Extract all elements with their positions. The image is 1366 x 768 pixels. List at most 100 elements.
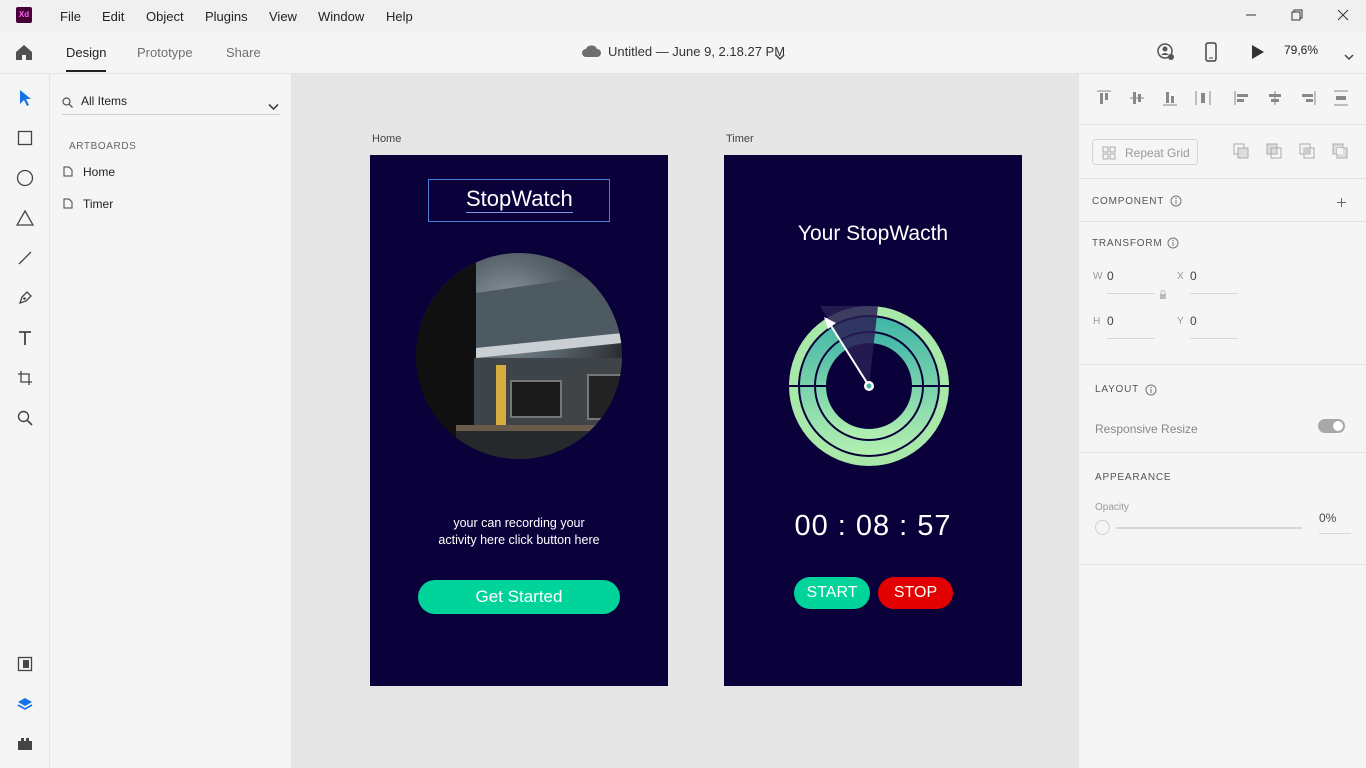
field-underline — [1107, 338, 1155, 339]
x-label: X — [1177, 271, 1184, 282]
opacity-field[interactable]: 0% — [1319, 511, 1336, 525]
property-inspector: Repeat Grid COMPONENT TRANSFORM W 0 X 0 … — [1078, 74, 1366, 768]
pen-tool-icon[interactable] — [13, 286, 37, 310]
info-icon[interactable] — [1145, 383, 1157, 401]
lock-aspect-icon[interactable] — [1159, 287, 1167, 305]
device-preview-icon[interactable] — [1205, 42, 1217, 67]
menu-object[interactable]: Object — [146, 9, 184, 24]
align-left-icon[interactable] — [1233, 89, 1251, 107]
get-started-button[interactable]: Get Started — [418, 580, 620, 614]
divider — [1079, 124, 1366, 125]
opacity-slider-handle[interactable] — [1095, 520, 1110, 535]
menu-window[interactable]: Window — [318, 9, 364, 24]
menu-edit[interactable]: Edit — [102, 9, 124, 24]
rectangle-tool-icon[interactable] — [13, 126, 37, 150]
transform-heading: TRANSFORM — [1092, 238, 1163, 249]
timer-title[interactable]: Your StopWacth — [724, 222, 1022, 246]
layer-item-home[interactable]: Home — [62, 162, 280, 182]
boolean-exclude-icon[interactable] — [1332, 143, 1349, 165]
divider — [1079, 452, 1366, 453]
design-canvas[interactable]: Home Timer StopWatch your can recording … — [292, 74, 1078, 768]
add-component-icon[interactable] — [1336, 195, 1347, 213]
artboards-heading: ARTBOARDS — [69, 141, 137, 152]
artboard-home[interactable]: StopWatch your can recording your activi… — [370, 155, 668, 686]
chevron-down-icon[interactable] — [775, 48, 785, 66]
layout-heading: LAYOUT — [1095, 384, 1140, 395]
responsive-resize-toggle[interactable] — [1318, 419, 1345, 433]
repeat-grid-icon — [1102, 146, 1116, 165]
ellipse-tool-icon[interactable] — [13, 166, 37, 190]
chevron-down-icon[interactable] — [268, 98, 279, 116]
artboard-label-timer[interactable]: Timer — [726, 133, 754, 145]
polygon-tool-icon[interactable] — [13, 206, 37, 230]
room-photo[interactable] — [416, 253, 622, 459]
plugins-icon[interactable] — [13, 732, 37, 756]
opacity-slider-track[interactable] — [1116, 527, 1302, 529]
menu-view[interactable]: View — [269, 9, 297, 24]
layer-item-timer[interactable]: Timer — [62, 194, 280, 214]
y-label: Y — [1177, 316, 1184, 327]
layers-filter-value: All Items — [81, 94, 128, 108]
text-tool-icon[interactable] — [13, 326, 37, 350]
x-field[interactable]: 0 — [1190, 269, 1197, 283]
select-tool-icon[interactable] — [13, 86, 37, 110]
stopwatch-dial[interactable] — [788, 301, 958, 476]
document-title[interactable]: Untitled — June 9, 2.18.27 PM — [608, 44, 785, 59]
info-icon[interactable] — [1170, 194, 1182, 212]
artboard-tool-icon[interactable] — [13, 366, 37, 390]
align-top-icon[interactable] — [1095, 89, 1113, 107]
top-toolbar: Design Prototype Share Untitled — June 9… — [0, 32, 1366, 74]
minimize-icon[interactable] — [1228, 0, 1274, 32]
menu-plugins[interactable]: Plugins — [205, 9, 248, 24]
zoom-level[interactable]: 79,6% — [1284, 43, 1318, 57]
distribute-horizontal-icon[interactable] — [1194, 89, 1212, 107]
home-icon[interactable] — [14, 43, 34, 66]
width-label: W — [1093, 271, 1103, 282]
start-button[interactable]: START — [794, 577, 870, 609]
play-icon[interactable] — [1251, 44, 1265, 65]
artboard-timer[interactable]: Your StopWacth 00: 08: 57 START STOP — [724, 155, 1022, 686]
align-right-icon[interactable] — [1299, 89, 1317, 107]
divider — [1079, 564, 1366, 565]
info-icon[interactable] — [1167, 236, 1179, 254]
tab-share[interactable]: Share — [226, 45, 261, 60]
close-icon[interactable] — [1320, 0, 1366, 32]
zoom-dropdown-icon[interactable] — [1344, 48, 1354, 66]
layer-item-label: Timer — [83, 197, 114, 211]
tab-prototype[interactable]: Prototype — [137, 45, 193, 60]
tools-toolbar — [0, 74, 50, 768]
boolean-intersect-icon[interactable] — [1299, 143, 1316, 165]
assets-icon[interactable] — [13, 652, 37, 676]
tab-design[interactable]: Design — [66, 45, 106, 60]
zoom-tool-icon[interactable] — [13, 406, 37, 430]
restore-icon[interactable] — [1274, 0, 1320, 32]
align-center-icon[interactable] — [1266, 89, 1284, 107]
artboard-label-home[interactable]: Home — [372, 133, 401, 145]
distribute-vertical-icon[interactable] — [1332, 89, 1350, 107]
repeat-grid-button[interactable]: Repeat Grid — [1092, 139, 1198, 165]
share-user-icon[interactable] — [1156, 42, 1176, 67]
title-bar: Xd File Edit Object Plugins View Window … — [0, 0, 1366, 32]
home-title[interactable]: StopWatch — [466, 186, 573, 213]
boolean-add-icon[interactable] — [1233, 143, 1250, 165]
boolean-subtract-icon[interactable] — [1266, 143, 1283, 165]
stop-button[interactable]: STOP — [878, 577, 953, 609]
height-field[interactable]: 0 — [1107, 314, 1114, 328]
field-underline — [1190, 338, 1238, 339]
xd-logo-icon: Xd — [16, 7, 32, 23]
artboard-icon — [63, 166, 73, 180]
width-field[interactable]: 0 — [1107, 269, 1114, 283]
menu-help[interactable]: Help — [386, 9, 413, 24]
align-middle-icon[interactable] — [1128, 89, 1146, 107]
layers-filter[interactable]: All Items — [62, 89, 280, 115]
layers-icon[interactable] — [13, 692, 37, 716]
align-bottom-icon[interactable] — [1161, 89, 1179, 107]
cloud-icon — [581, 44, 601, 63]
line-tool-icon[interactable] — [13, 246, 37, 270]
divider — [1079, 221, 1366, 222]
menu-file[interactable]: File — [60, 9, 81, 24]
artboard-icon — [63, 198, 73, 212]
y-field[interactable]: 0 — [1190, 314, 1197, 328]
tab-design-indicator — [66, 70, 106, 72]
repeat-grid-label: Repeat Grid — [1125, 146, 1190, 160]
